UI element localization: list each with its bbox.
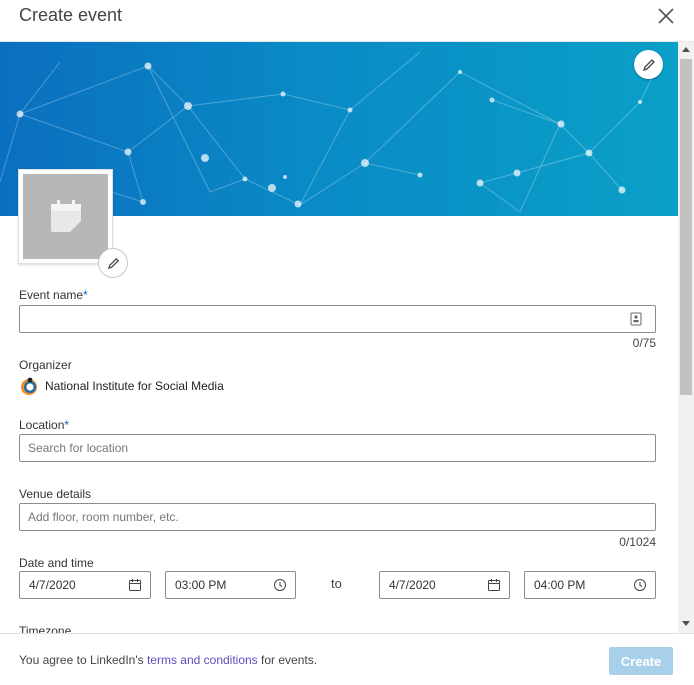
organization-logo-icon: [21, 377, 37, 395]
pencil-icon: [107, 257, 119, 269]
modal-title: Create event: [19, 5, 123, 25]
contact-card-icon: [630, 312, 642, 326]
end-time-value: 04:00 PM: [534, 578, 586, 592]
end-date-input[interactable]: 4/7/2020: [379, 571, 510, 599]
calendar-icon: [50, 199, 81, 232]
event-name-counter: 0/75: [632, 336, 656, 350]
venue-label: Venue details: [19, 487, 92, 501]
scroll-up-arrow-icon[interactable]: [682, 46, 690, 54]
scrollbar[interactable]: [678, 42, 694, 633]
logo-edit-button[interactable]: [98, 248, 128, 278]
event-name-label-text: Event name: [19, 288, 84, 302]
close-button[interactable]: [656, 6, 676, 26]
location-input[interactable]: Search for location: [19, 434, 656, 462]
modal-footer: You agree to LinkedIn's terms and condit…: [0, 633, 694, 685]
organizer-name: National Institute for Social Media: [45, 379, 224, 393]
terms-text-before: You agree to LinkedIn's: [19, 653, 147, 667]
end-time-input[interactable]: 04:00 PM: [524, 571, 656, 599]
clock-icon: [634, 579, 646, 591]
modal-header: Create event: [0, 0, 694, 42]
create-button[interactable]: Create: [609, 647, 673, 675]
location-label: Location*: [19, 418, 69, 432]
terms-text: You agree to LinkedIn's terms and condit…: [19, 653, 317, 667]
terms-text-after: for events.: [257, 653, 318, 667]
start-time-input[interactable]: 03:00 PM: [165, 571, 296, 599]
event-logo: [18, 169, 113, 264]
datetime-label: Date and time: [19, 556, 94, 570]
start-date-input[interactable]: 4/7/2020: [19, 571, 151, 599]
event-name-input[interactable]: [19, 305, 656, 333]
timezone-label: Timezone: [19, 624, 72, 633]
organizer-row: National Institute for Social Media: [19, 376, 224, 396]
start-date-value: 4/7/2020: [29, 578, 76, 592]
calendar-icon: [129, 579, 141, 591]
venue-counter: 0/1024: [619, 535, 656, 549]
venue-input[interactable]: Add floor, room number, etc.: [19, 503, 656, 531]
close-icon: [658, 8, 674, 24]
banner-edit-button[interactable]: [634, 50, 663, 79]
location-label-text: Location: [19, 418, 65, 432]
scrollbar-thumb[interactable]: [680, 59, 692, 395]
pencil-icon: [642, 58, 655, 71]
organizer-label: Organizer: [19, 358, 72, 372]
scroll-down-arrow-icon[interactable]: [682, 619, 690, 627]
start-time-value: 03:00 PM: [175, 578, 227, 592]
clock-icon: [274, 579, 286, 591]
to-separator: to: [331, 576, 342, 591]
required-mark: *: [83, 288, 88, 302]
event-name-label: Event name*: [19, 288, 88, 302]
venue-placeholder: Add floor, room number, etc.: [28, 510, 179, 524]
required-mark: *: [64, 418, 70, 432]
calendar-icon: [488, 579, 500, 591]
terms-link[interactable]: terms and conditions: [147, 653, 258, 667]
location-placeholder: Search for location: [28, 441, 129, 455]
end-date-value: 4/7/2020: [389, 578, 436, 592]
form-scroll-area[interactable]: Event name* 0/75 Organizer National Inst…: [0, 42, 694, 633]
